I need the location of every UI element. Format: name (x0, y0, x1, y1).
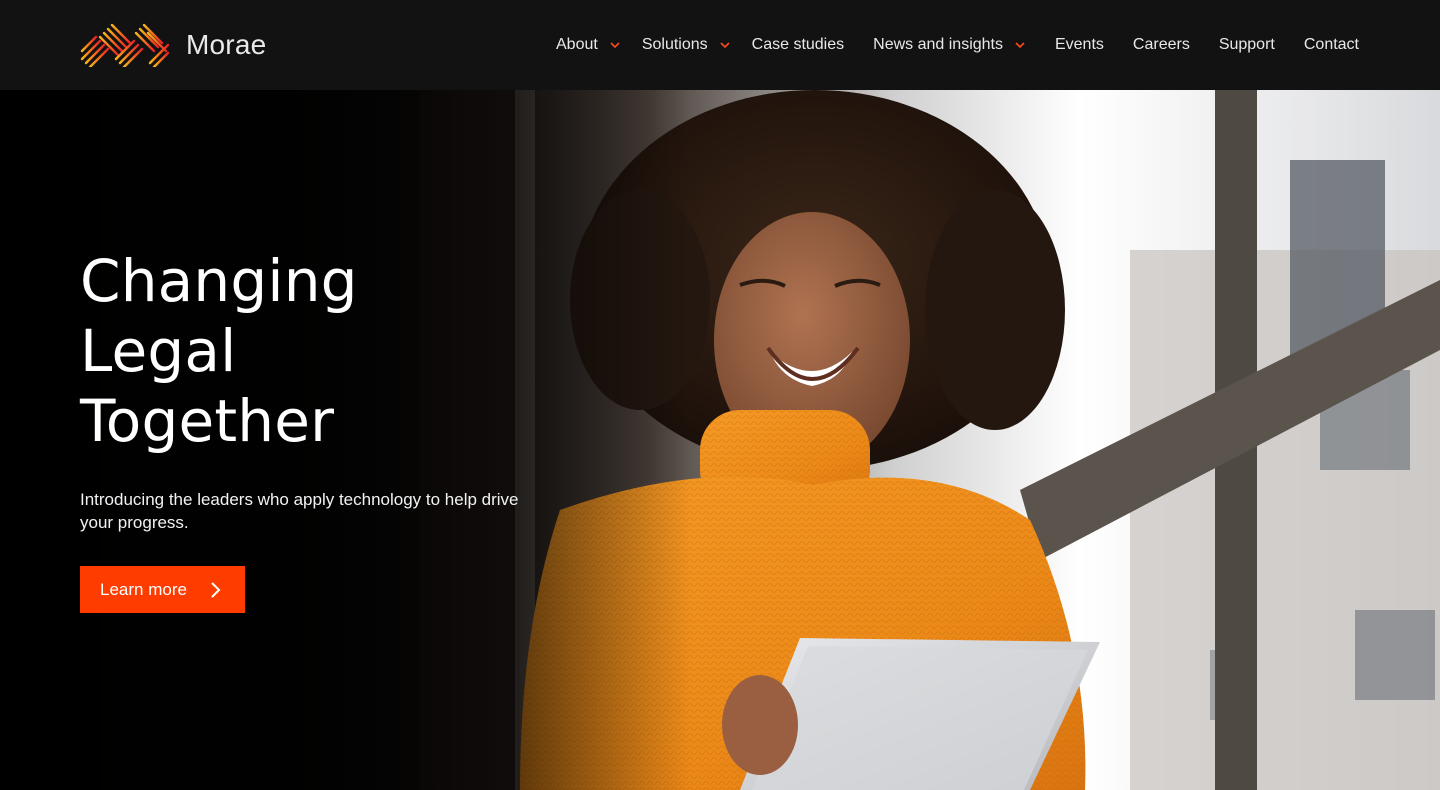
nav-item-news-and-insights[interactable]: News and insights (873, 25, 1026, 65)
nav-item-label: Support (1218, 36, 1275, 53)
nav-item-careers[interactable]: Careers (1133, 25, 1190, 65)
nav-item-label: Events (1054, 36, 1104, 53)
hero-title-line: Together (80, 387, 335, 455)
brand-name: Morae (186, 29, 267, 60)
nav-item-label: About (556, 36, 598, 53)
hero-title-line: Legal (80, 317, 237, 385)
main-nav: About Solutions Case studies News and in… (556, 0, 1359, 90)
nav-item-label: Careers (1132, 36, 1190, 53)
chevron-down-icon (610, 42, 620, 49)
nav-item-case-studies[interactable]: Case studies (752, 25, 845, 65)
site-header: Morae About Solutions Case studies News … (0, 0, 1440, 90)
nav-item-about[interactable]: About (556, 25, 621, 65)
nav-item-contact[interactable]: Contact (1304, 25, 1359, 65)
learn-more-label: Learn more (100, 579, 187, 599)
morae-logo-icon (80, 23, 170, 67)
nav-item-label: Contact (1303, 36, 1359, 53)
nav-item-label: Solutions (641, 36, 708, 53)
nav-item-solutions[interactable]: Solutions (642, 25, 731, 65)
chevron-down-icon (720, 42, 730, 49)
nav-item-events[interactable]: Events (1055, 25, 1104, 65)
chevron-right-icon (211, 581, 221, 598)
hero-title: Changing Legal Together (80, 246, 500, 456)
brand-link[interactable]: Morae (80, 23, 266, 67)
chevron-down-icon (1015, 42, 1025, 49)
hero-subtitle: Introducing the leaders who apply techno… (80, 490, 519, 532)
nav-item-support[interactable]: Support (1219, 25, 1275, 65)
nav-item-label: Case studies (751, 36, 845, 53)
hero-section: Changing Legal Together Introducing the … (0, 90, 1440, 790)
hero-copy: Changing Legal Together Introducing the … (80, 246, 540, 613)
hero-title-line: Changing (80, 247, 358, 315)
learn-more-button[interactable]: Learn more (80, 566, 245, 613)
nav-item-label: News and insights (873, 36, 1003, 53)
